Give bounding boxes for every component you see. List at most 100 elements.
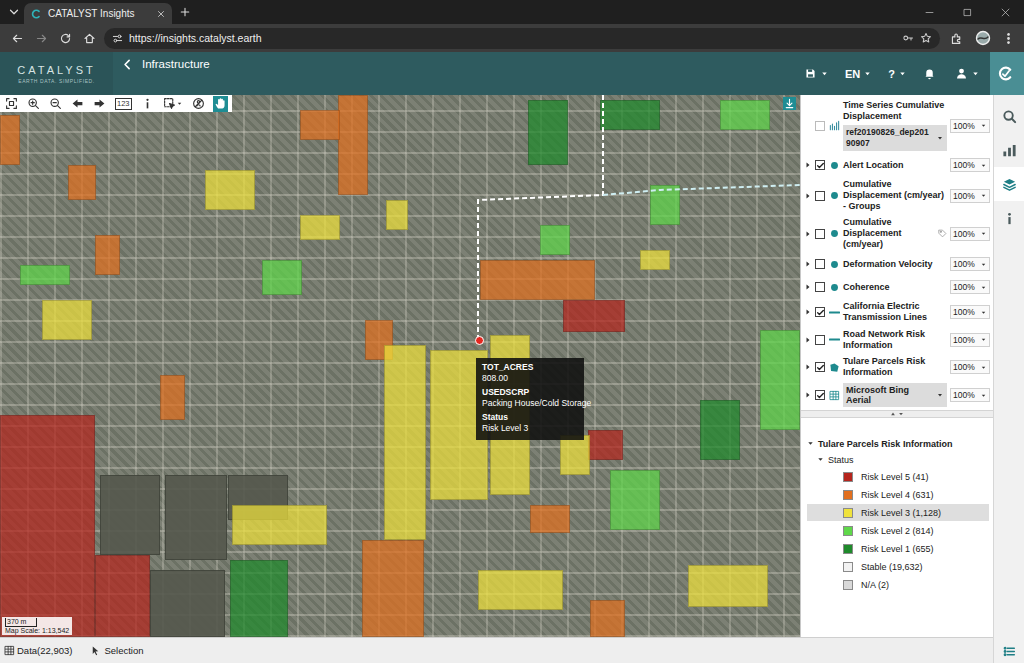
data-button[interactable]: Data(22,903): [4, 645, 72, 656]
search-tab[interactable]: [994, 99, 1024, 133]
parcel[interactable]: [0, 115, 20, 165]
layer-checkbox[interactable]: [815, 160, 825, 170]
info-tool[interactable]: [140, 96, 155, 112]
help-button[interactable]: ?: [882, 52, 913, 95]
parcel[interactable]: [165, 475, 227, 560]
parcel[interactable]: [720, 100, 770, 130]
parcel[interactable]: [262, 260, 302, 295]
parcel[interactable]: [478, 570, 563, 610]
browser-tab[interactable]: CATALYST Insights: [24, 3, 172, 24]
layer-checkbox[interactable]: [815, 121, 825, 131]
legend-group[interactable]: Status: [807, 452, 989, 467]
layers-tab[interactable]: [994, 167, 1024, 201]
minimize-icon[interactable]: [910, 0, 948, 24]
expand-toggle[interactable]: [804, 230, 812, 238]
expand-toggle[interactable]: [804, 391, 812, 399]
back-tool[interactable]: [70, 96, 85, 112]
close-window-icon[interactable]: [986, 0, 1024, 24]
zoomout-tool[interactable]: [48, 96, 63, 112]
expand-toggle[interactable]: [804, 308, 812, 316]
legend-item[interactable]: Stable (19,632): [807, 558, 989, 575]
panel-splitter[interactable]: [801, 410, 993, 418]
parcel[interactable]: [688, 565, 768, 607]
layer-checkbox[interactable]: [815, 362, 825, 372]
measure-tool[interactable]: 123: [114, 96, 133, 112]
parcel[interactable]: [20, 265, 70, 285]
legend-item[interactable]: Risk Level 1 (655): [807, 540, 989, 557]
parcel[interactable]: [150, 570, 225, 637]
parcel[interactable]: [95, 235, 120, 275]
parcel[interactable]: [560, 435, 590, 475]
forward-icon[interactable]: [32, 32, 50, 45]
close-icon[interactable]: [156, 9, 166, 19]
opacity-select[interactable]: 100%: [950, 333, 990, 347]
parcel[interactable]: [95, 555, 150, 637]
parcel[interactable]: [205, 170, 255, 210]
parcel[interactable]: [300, 110, 340, 140]
bookmark-star-icon[interactable]: [920, 32, 932, 44]
opacity-select[interactable]: 100%: [950, 360, 990, 374]
opacity-select[interactable]: 100%: [950, 280, 990, 294]
parcel[interactable]: [563, 300, 625, 332]
collapse-up-icon[interactable]: [890, 411, 896, 417]
language-button[interactable]: EN: [839, 52, 878, 95]
back-chevron-icon[interactable]: [121, 58, 134, 71]
selection-button[interactable]: Selection: [90, 645, 143, 656]
new-tab-icon[interactable]: [172, 0, 198, 24]
layer-checkbox[interactable]: [815, 229, 825, 239]
basemap-select[interactable]: Microsoft Bing Aerial: [843, 383, 947, 407]
parcel[interactable]: [230, 560, 288, 637]
expand-toggle[interactable]: [804, 161, 812, 169]
save-button[interactable]: [798, 52, 835, 95]
parcel[interactable]: [540, 225, 570, 255]
chart-tab[interactable]: [994, 133, 1024, 167]
back-icon[interactable]: [8, 32, 26, 45]
home-icon[interactable]: [80, 32, 98, 45]
layer-checkbox[interactable]: [815, 191, 825, 201]
expand-toggle[interactable]: [804, 363, 812, 371]
parcel[interactable]: [160, 375, 185, 420]
expand-toggle[interactable]: [804, 283, 812, 291]
list-icon[interactable]: [994, 639, 1024, 663]
date-pair-select[interactable]: ref20190826_dep20190907: [843, 125, 947, 151]
reload-icon[interactable]: [56, 32, 74, 45]
zoomin-tool[interactable]: [26, 96, 41, 112]
legend-item[interactable]: N/A (2): [807, 576, 989, 593]
parcel[interactable]: [100, 475, 160, 555]
opacity-select[interactable]: 100%: [950, 119, 990, 133]
parcel[interactable]: [600, 100, 660, 130]
opacity-select[interactable]: 100%: [950, 189, 990, 203]
parcel[interactable]: [640, 250, 670, 270]
parcel[interactable]: [384, 345, 426, 540]
catalyst-logo[interactable]: CATALYSTEARTH DATA. SIMPLIFIED.: [0, 52, 113, 95]
key-icon[interactable]: [902, 32, 914, 44]
parcel[interactable]: [386, 200, 408, 230]
parcel[interactable]: [528, 100, 568, 165]
extent-tool[interactable]: [4, 96, 19, 112]
layer-checkbox[interactable]: [815, 307, 825, 317]
parcel[interactable]: [42, 300, 92, 340]
parcel[interactable]: [590, 600, 625, 637]
url-field[interactable]: https://insights.catalyst.earth: [104, 28, 940, 49]
user-button[interactable]: [949, 52, 986, 95]
alert-location-marker[interactable]: [475, 336, 484, 345]
parcel[interactable]: [68, 165, 96, 200]
notifications-button[interactable]: [917, 52, 945, 95]
opacity-select[interactable]: 100%: [950, 227, 990, 241]
parcel[interactable]: [362, 540, 424, 637]
parcel[interactable]: [530, 505, 570, 533]
opacity-select[interactable]: 100%: [950, 305, 990, 319]
info-tab[interactable]: [994, 201, 1024, 235]
maximize-icon[interactable]: [948, 0, 986, 24]
extensions-icon[interactable]: [946, 32, 966, 45]
site-info-icon[interactable]: [112, 33, 123, 44]
legend-item[interactable]: Risk Level 5 (41): [807, 468, 989, 485]
legend-item[interactable]: Risk Level 2 (814): [807, 522, 989, 539]
tab-list-icon[interactable]: [4, 0, 24, 24]
opacity-select[interactable]: 100%: [950, 158, 990, 172]
opacity-select[interactable]: 100%: [950, 257, 990, 271]
expand-toggle[interactable]: [804, 260, 812, 268]
select-tool[interactable]: [162, 96, 184, 112]
parcel[interactable]: [232, 505, 327, 545]
expand-toggle[interactable]: [804, 192, 812, 200]
